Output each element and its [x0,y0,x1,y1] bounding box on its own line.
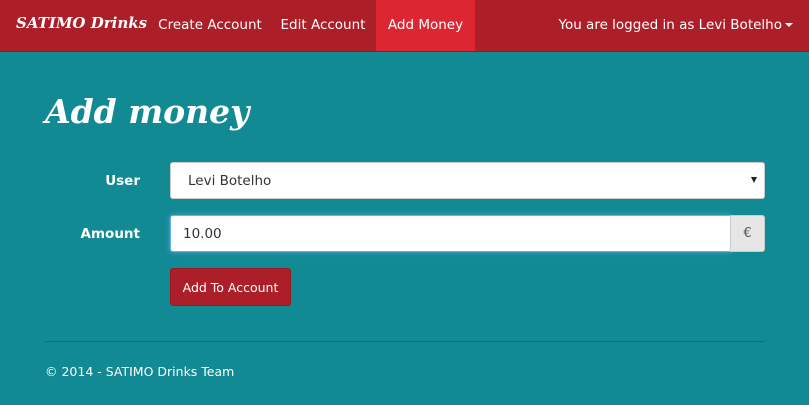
amount-input[interactable] [170,215,731,252]
dropdown-arrow-icon [751,177,757,183]
user-select[interactable]: Levi Botelho [170,162,765,199]
nav-edit-account[interactable]: Edit Account [272,0,374,51]
nav-create-account[interactable]: Create Account [150,0,270,51]
footer-divider [45,341,765,342]
add-to-account-button[interactable]: Add To Account [170,268,291,306]
brand-logo[interactable]: SATIMO Drinks [16,14,147,32]
user-label: User [105,173,140,189]
user-select-value: Levi Botelho [188,173,272,189]
page-title: Add money [45,92,250,131]
navbar: SATIMO Drinks Create Account Edit Accoun… [0,0,809,52]
caret-down-icon [785,23,793,27]
user-menu-label: You are logged in as Levi Botelho [558,17,782,33]
user-menu-dropdown[interactable]: You are logged in as Levi Botelho [558,0,793,51]
amount-label: Amount [80,226,140,242]
currency-addon: € [730,215,765,252]
nav-add-money[interactable]: Add Money [376,0,475,51]
footer-copyright: © 2014 - SATIMO Drinks Team [45,364,235,379]
